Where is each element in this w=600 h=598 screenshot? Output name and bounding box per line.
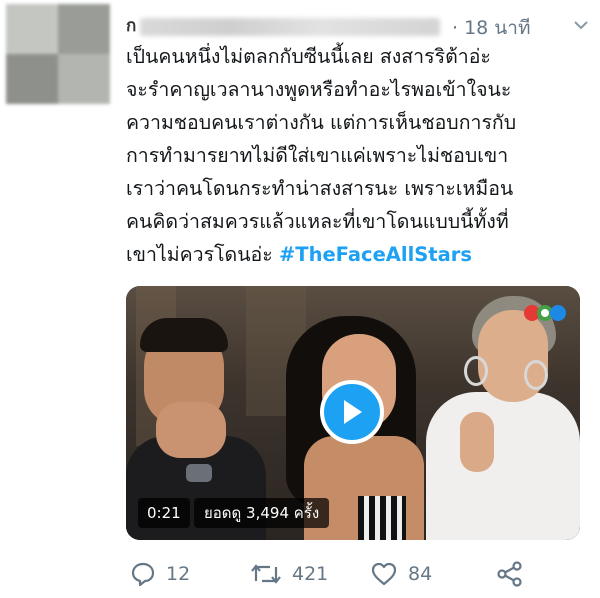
heart-icon	[371, 562, 397, 586]
reply-button[interactable]: 12	[130, 556, 190, 592]
reply-icon	[131, 562, 155, 587]
tweet-text-line: คนคิดว่าสมควรแล้วแหละที่เขาโดนแบบนี้ทั้ง…	[126, 210, 509, 233]
play-icon	[344, 400, 362, 424]
hashtag-link[interactable]: #TheFaceAllStars	[279, 243, 472, 266]
video-duration: 0:21	[138, 498, 190, 528]
tweet-actions: 12 421 84	[126, 556, 596, 592]
tweet-text-line: เราว่าคนโดนกระทำน่าสงสารนะ เพราะเหมือน	[126, 177, 514, 200]
retweet-count: 421	[292, 563, 329, 585]
share-icon	[497, 561, 522, 587]
tweet-text: เป็นคนหนึ่งไม่ตลกกับซีนนี้เลย สงสารริต้า…	[126, 40, 596, 271]
tweet-header: ก · 18 นาที	[126, 10, 596, 40]
author-name-initial[interactable]: ก	[126, 12, 136, 39]
chevron-down-icon[interactable]	[574, 20, 588, 30]
tweet-timestamp[interactable]: · 18 นาที	[452, 13, 530, 43]
tweet-text-last-line: เขาไม่ควรโดนอ่ะ #TheFaceAllStars	[126, 238, 596, 271]
like-button[interactable]: 84	[370, 556, 432, 592]
tweet-text-line: ความชอบคนเราต่างกัน แต่การเห็นชอบการกับ	[126, 111, 517, 134]
play-button[interactable]	[320, 380, 384, 444]
author-name-blurred[interactable]	[140, 18, 440, 36]
video-view-count: ยอดดู 3,494 ครั้ง	[194, 498, 330, 528]
retweet-button[interactable]: 421	[250, 556, 328, 592]
tweet-text-line: จะรำคาญเวลานางพูดหรือทำอะไรพอเข้าใจนะ	[126, 78, 512, 101]
tweet-text-line: การทำมารยาทไม่ดีใส่เขาแค่เพราะไม่ชอบเขา	[126, 144, 509, 167]
channel-3-logo-icon	[524, 305, 566, 321]
reply-count: 12	[166, 563, 191, 585]
share-button[interactable]	[496, 556, 524, 592]
retweet-icon	[251, 564, 281, 584]
avatar[interactable]	[6, 4, 110, 104]
video-player[interactable]: 0:21 ยอดดู 3,494 ครั้ง	[126, 286, 580, 540]
tweet-text-line: เขาไม่ควรโดนอ่ะ	[126, 243, 279, 266]
tweet-text-line: เป็นคนหนึ่งไม่ตลกกับซีนนี้เลย สงสารริต้า…	[126, 45, 491, 68]
like-count: 84	[408, 563, 433, 585]
